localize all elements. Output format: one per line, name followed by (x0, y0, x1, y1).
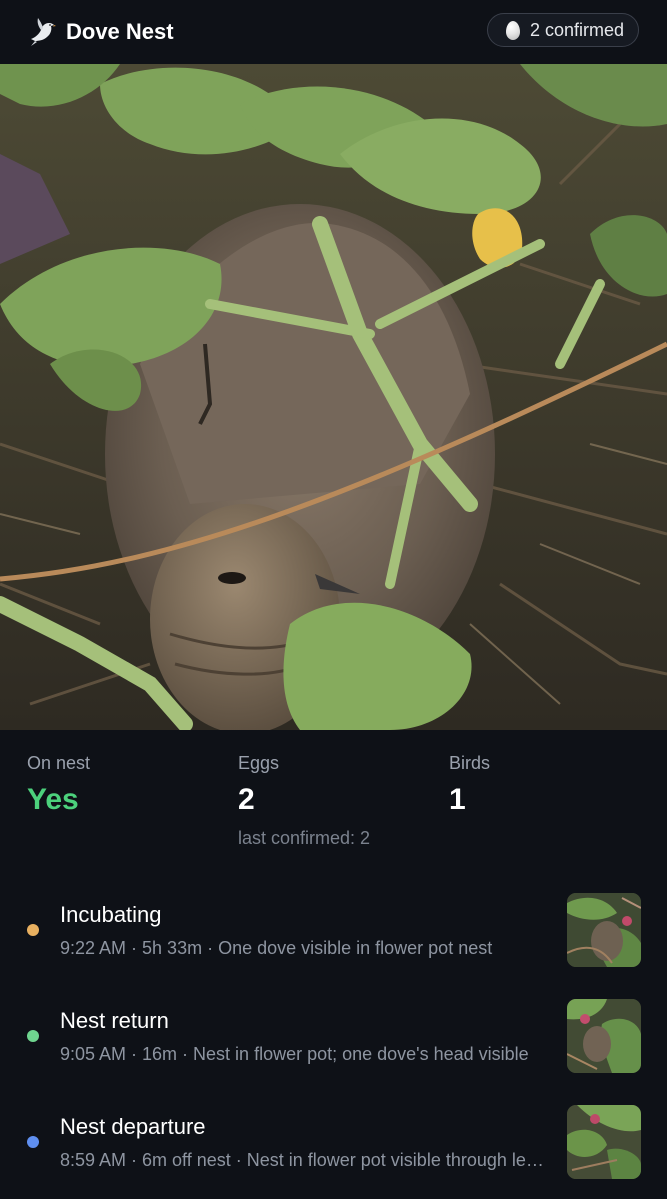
camera-feed-image[interactable] (0, 64, 667, 730)
stat-birds-label: Birds (449, 753, 491, 773)
app-title: Dove Nest (66, 19, 174, 44)
event-title: Nest departure (60, 1114, 206, 1139)
stat-on-nest-label: On nest (27, 753, 91, 773)
event-title: Incubating (60, 902, 162, 927)
dove-icon (28, 17, 56, 47)
nest-stats: On nest Yes Eggs 2 last confirmed: 2 Bir… (0, 730, 667, 880)
stat-birds: Birds 1 (449, 752, 490, 818)
egg-icon (505, 20, 520, 40)
event-status-dot (27, 1030, 39, 1042)
event-row[interactable]: Incubating 9:22 AM · 5h 33m · One dove v… (0, 880, 667, 980)
app-header: Dove Nest 2 confirmed (0, 0, 667, 64)
event-row[interactable]: Nest return 9:05 AM · 16m · Nest in flow… (0, 986, 667, 1086)
stat-eggs-last-confirmed: last confirmed: 2 (238, 828, 371, 848)
event-thumbnail[interactable] (567, 893, 641, 967)
event-row[interactable]: Nest departure 8:59 AM · 6m off nest · N… (0, 1092, 667, 1192)
event-status-dot (27, 1136, 39, 1148)
event-thumbnail[interactable] (567, 1105, 641, 1179)
stat-on-nest: On nest Yes (27, 752, 90, 818)
stat-eggs: Eggs 2 last confirmed: 2 (238, 752, 370, 849)
stat-eggs-value: 2 (238, 783, 255, 816)
badge-label: 2 confirmed (529, 19, 624, 40)
confirmed-eggs-badge[interactable]: 2 confirmed (486, 13, 639, 47)
stat-birds-value: 1 (449, 783, 466, 816)
event-thumbnail[interactable] (567, 999, 641, 1073)
stat-on-nest-value: Yes (27, 783, 79, 816)
event-meta: 9:22 AM · 5h 33m · One dove visible in f… (60, 938, 493, 958)
event-status-dot (27, 924, 39, 936)
event-meta: 8:59 AM · 6m off nest · Nest in flower p… (60, 1150, 548, 1170)
event-title: Nest return (60, 1008, 169, 1033)
event-meta: 9:05 AM · 16m · Nest in flower pot; one … (60, 1044, 529, 1064)
stat-eggs-label: Eggs (238, 753, 280, 773)
